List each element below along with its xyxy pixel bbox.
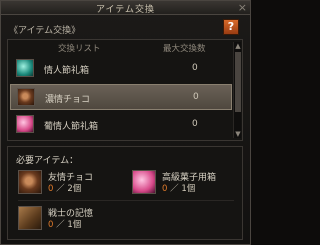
panel-subtitle: 《アイテム交換》 (9, 26, 81, 36)
item-max-count: 0 (192, 63, 198, 73)
required-item[interactable]: 高級菓子用箱 0 ／ 1個 (132, 169, 242, 197)
teal-giftbox-icon (16, 59, 34, 77)
scroll-icon (18, 206, 42, 230)
item-name: 葡情人節礼箱 (44, 122, 99, 132)
scroll-up-icon[interactable]: ▲ (234, 42, 242, 50)
required-item-quantity: 0 ／ 2個 (48, 184, 82, 194)
title-bar[interactable]: アイテム交換 × (1, 1, 250, 15)
list-scrollbar[interactable]: ▲ ▼ (233, 42, 241, 138)
required-items-panel: 必要アイテム： 友情チョコ 0 ／ 2個 高級菓子用箱 0 ／ 1個 戦士の記憶… (7, 146, 243, 240)
chocolate-icon (17, 88, 35, 106)
item-exchange-window: アイテム交換 × 《アイテム交換》 ? 交換リスト 最大交換数 情人節礼箱 0 … (0, 0, 251, 245)
item-name: 濃情チョコ (45, 95, 91, 105)
required-item[interactable]: 戦士の記憶 0 ／ 1個 (18, 205, 128, 233)
column-header-max: 最大交換数 (163, 44, 206, 54)
scroll-thumb[interactable] (235, 52, 241, 112)
pink-box-icon (132, 170, 156, 194)
column-header-list: 交換リスト (58, 44, 101, 54)
item-max-count: 0 (192, 119, 198, 129)
exchange-list-panel: 交換リスト 最大交換数 情人節礼箱 0 濃情チョコ 0 葡情人節礼箱 0 ▲ ▼ (7, 39, 243, 141)
pink-giftbox-icon (16, 115, 34, 133)
required-item-quantity: 0 ／ 1個 (48, 220, 82, 230)
scroll-down-icon[interactable]: ▼ (234, 130, 242, 138)
required-item[interactable]: 友情チョコ 0 ／ 2個 (18, 169, 128, 197)
chocolate-icon (18, 170, 42, 194)
help-button[interactable]: ? (223, 19, 239, 35)
required-item-quantity: 0 ／ 1個 (162, 184, 196, 194)
list-item[interactable]: 葡情人節礼箱 0 (10, 112, 232, 138)
close-icon[interactable]: × (238, 1, 247, 14)
divider (18, 200, 234, 201)
list-item[interactable]: 情人節礼箱 0 (10, 56, 232, 82)
required-items-label: 必要アイテム： (16, 156, 79, 166)
window-title: アイテム交換 (95, 5, 156, 15)
item-max-count: 0 (193, 92, 199, 102)
item-name: 情人節礼箱 (44, 66, 90, 76)
list-item-selected[interactable]: 濃情チョコ 0 (10, 84, 232, 110)
